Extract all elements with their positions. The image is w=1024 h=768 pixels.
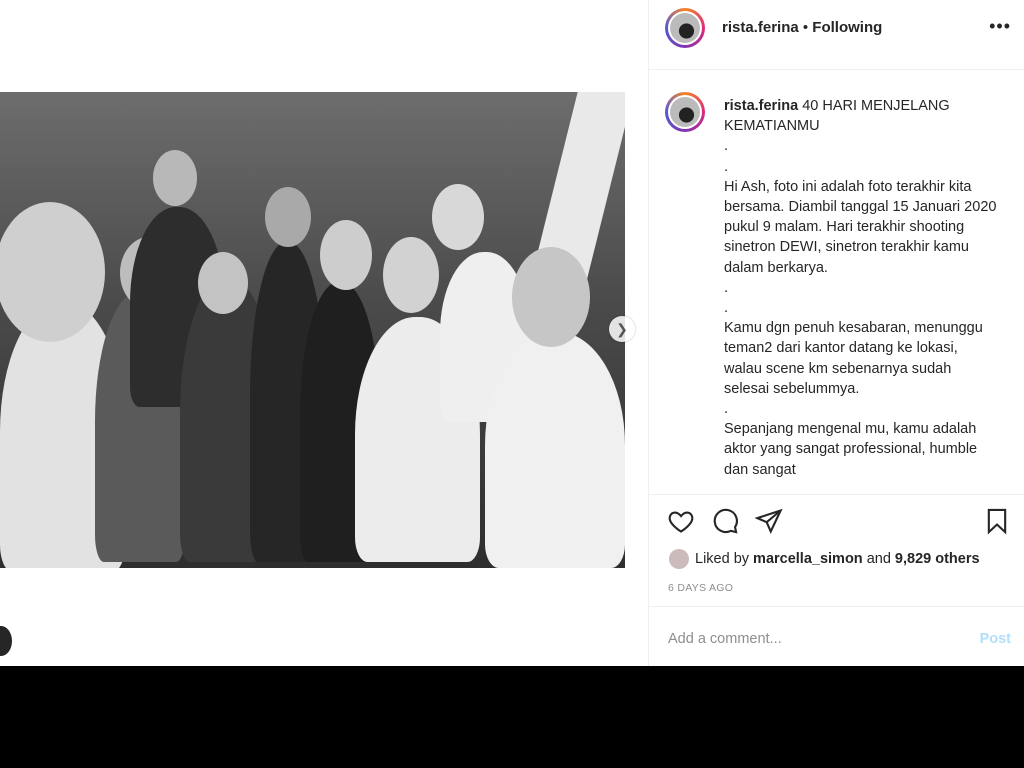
header-username-link[interactable]: rista.ferina xyxy=(722,19,799,36)
caption-avatar[interactable] xyxy=(665,92,705,132)
post-comment-button[interactable]: Post xyxy=(980,631,1011,647)
share-button[interactable] xyxy=(754,507,785,537)
photo-person-head xyxy=(383,237,439,313)
like-button[interactable] xyxy=(667,507,697,537)
likes-summary: Liked by marcella_simon and 9,829 others xyxy=(669,549,980,569)
caption-text: rista.ferina 40 HARI MENJELANG KEMATIANM… xyxy=(724,96,999,480)
caption-line: . xyxy=(724,300,729,317)
comment-bar: Add a comment... Post xyxy=(649,606,1024,667)
caption-line: Hi Ash, foto ini adalah foto terakhir ki… xyxy=(724,178,1001,276)
next-photo-button[interactable]: ❯ xyxy=(609,316,635,342)
media-pane: ❯ xyxy=(0,0,648,666)
post-timestamp[interactable]: 6 DAYS AGO xyxy=(668,582,733,594)
save-button[interactable] xyxy=(983,507,1013,537)
photo-person-head xyxy=(265,187,311,247)
post-header: rista.ferina • Following ••• xyxy=(649,0,1024,70)
bookmark-icon xyxy=(987,508,1007,535)
heart-icon xyxy=(668,511,694,533)
photo-person-head xyxy=(0,202,105,342)
comment-icon xyxy=(713,508,738,534)
photo-person-head xyxy=(432,184,484,250)
more-options-button[interactable]: ••• xyxy=(989,16,1011,37)
following-button[interactable]: Following xyxy=(812,19,882,36)
more-horizontal-icon: ••• xyxy=(989,16,1011,36)
chevron-right-icon: ❯ xyxy=(616,321,628,337)
caption-line: Kamu dgn penuh kesabaran, menunggu teman… xyxy=(724,320,987,397)
caption-line: Sepanjang mengenal mu, kamu adalah aktor… xyxy=(724,421,982,478)
likes-count-link[interactable]: 9,829 others xyxy=(895,551,980,567)
liker-username-link[interactable]: marcella_simon xyxy=(753,551,863,567)
tag-indicator-icon[interactable] xyxy=(0,626,12,656)
header-separator: • xyxy=(798,19,813,36)
photo-person-head xyxy=(512,247,590,347)
photo-person-head xyxy=(198,252,248,314)
post-photo[interactable] xyxy=(0,92,625,568)
caption-area: rista.ferina 40 HARI MENJELANG KEMATIANM… xyxy=(649,70,1024,494)
likes-middle: and xyxy=(862,550,895,567)
comment-button[interactable] xyxy=(711,507,741,537)
caption-line: . xyxy=(724,279,729,296)
share-icon xyxy=(754,508,783,535)
caption-line: . xyxy=(724,138,729,155)
post-sidebar: rista.ferina • Following ••• rista.ferin… xyxy=(648,0,1024,666)
caption-line: . xyxy=(724,401,729,418)
comment-input[interactable]: Add a comment... xyxy=(668,631,782,647)
post-actions: Liked by marcella_simon and 9,829 others… xyxy=(649,494,1024,607)
caption-username-link[interactable]: rista.ferina xyxy=(724,98,798,114)
user-avatar[interactable] xyxy=(665,8,705,48)
likes-prefix: Liked by xyxy=(695,550,754,567)
caption-line: . xyxy=(724,158,729,175)
photo-person-head xyxy=(320,220,372,290)
liker-avatar xyxy=(669,549,689,569)
photo-person-head xyxy=(153,150,197,206)
photo-person xyxy=(485,332,625,568)
post-modal: ❯ rista.ferina • Following ••• rista.fer… xyxy=(0,0,1024,666)
header-user-line: rista.ferina • Following xyxy=(722,19,882,36)
